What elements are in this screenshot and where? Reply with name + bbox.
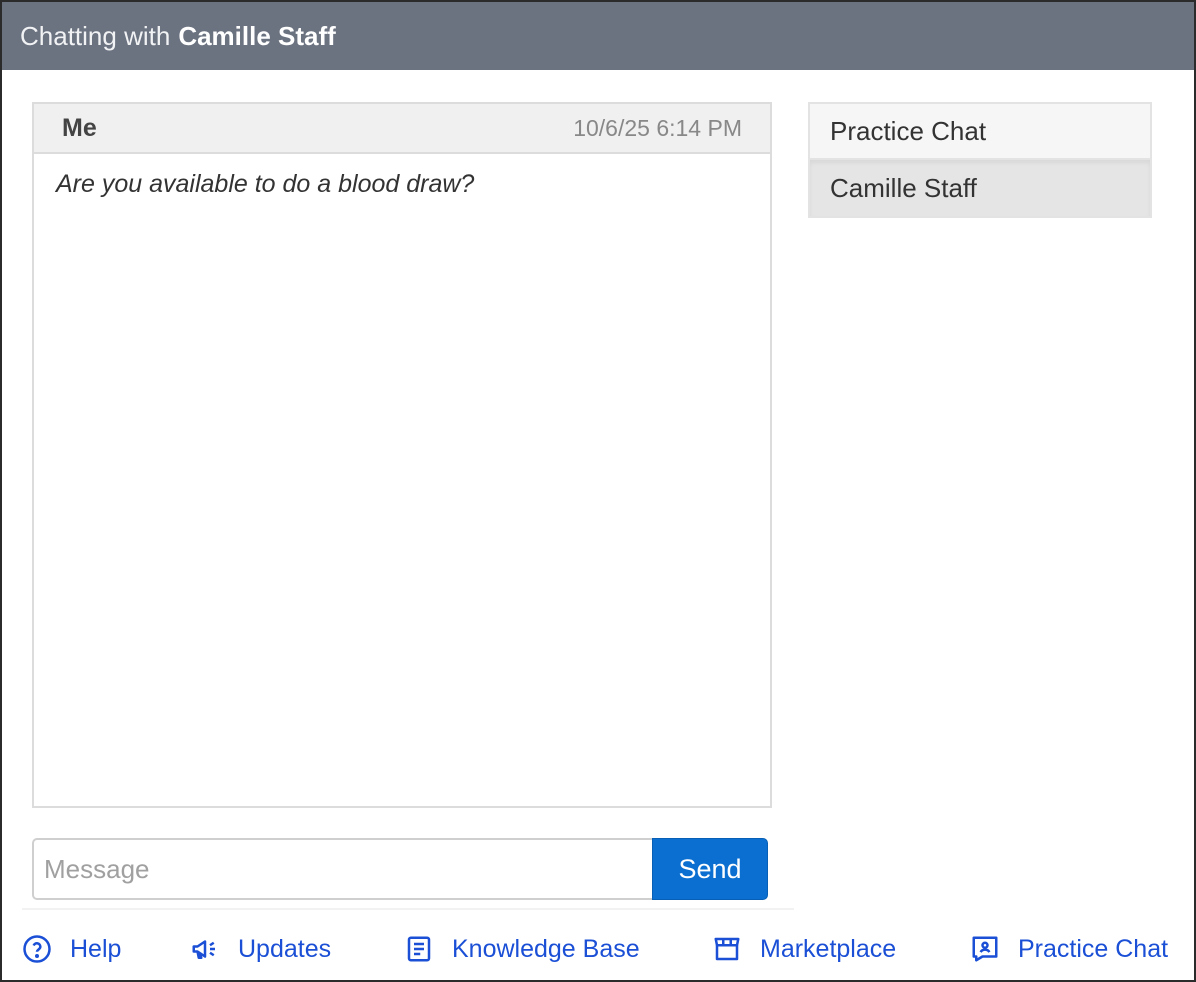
updates-link[interactable]: Updates bbox=[190, 934, 331, 964]
marketplace-link[interactable]: Marketplace bbox=[712, 934, 896, 964]
message-input[interactable] bbox=[32, 838, 652, 900]
footer-divider bbox=[22, 908, 794, 910]
conversation-list: Practice Chat Camille Staff bbox=[808, 102, 1152, 218]
message-header: Me 10/6/25 6:14 PM bbox=[34, 104, 770, 154]
header-prefix: Chatting with bbox=[20, 20, 171, 51]
conversation-item-camille-staff[interactable]: Camille Staff bbox=[810, 160, 1150, 216]
help-link[interactable]: Help bbox=[22, 934, 121, 964]
knowledge-base-link[interactable]: Knowledge Base bbox=[404, 934, 640, 964]
storefront-icon bbox=[714, 937, 740, 961]
document-icon bbox=[407, 936, 431, 962]
practice-chat-link[interactable]: Practice Chat bbox=[970, 934, 1168, 964]
marketplace-label: Marketplace bbox=[760, 934, 897, 963]
help-circle-icon bbox=[23, 935, 51, 963]
chat-window: Chatting with Camille Staff Me 10/6/25 6… bbox=[0, 0, 1196, 982]
message-composer: Send bbox=[32, 838, 768, 900]
knowledge-base-label: Knowledge Base bbox=[452, 934, 640, 963]
updates-label: Updates bbox=[238, 934, 332, 963]
message-text: Are you available to do a blood draw? bbox=[56, 170, 475, 198]
message-timestamp: 10/6/25 6:14 PM bbox=[573, 114, 742, 141]
contact-name: Camille Staff bbox=[178, 20, 336, 51]
help-label: Help bbox=[70, 934, 122, 963]
megaphone-icon bbox=[192, 940, 215, 959]
send-button[interactable]: Send bbox=[652, 838, 768, 900]
message-sender: Me bbox=[62, 113, 97, 142]
contact-chat-icon bbox=[972, 936, 998, 962]
practice-chat-label: Practice Chat bbox=[1018, 934, 1169, 963]
message-panel: Me 10/6/25 6:14 PM Are you available to … bbox=[32, 102, 772, 808]
conversation-item-practice-chat[interactable]: Practice Chat bbox=[810, 104, 1150, 160]
chat-header: Chatting with Camille Staff bbox=[2, 2, 1194, 70]
footer-nav: Help Updates Knowledge Base Marketplace … bbox=[22, 928, 1182, 972]
